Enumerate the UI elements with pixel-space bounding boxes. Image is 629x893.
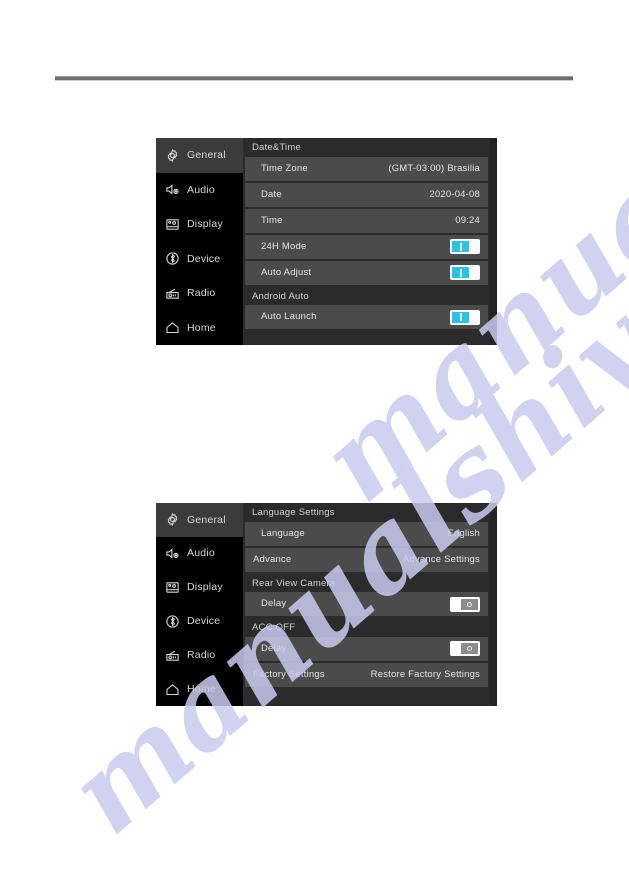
toggle-track xyxy=(469,241,478,252)
toggle-knob xyxy=(461,643,478,654)
toggle-track xyxy=(452,643,461,654)
toggle-knob xyxy=(452,241,469,252)
sidebar-item-label: Display xyxy=(187,218,223,230)
home-icon xyxy=(165,682,180,697)
sidebar-item-label: Home xyxy=(187,682,216,695)
radio-icon xyxy=(165,648,180,663)
row-value: Restore Factory Settings xyxy=(370,668,480,680)
row-value: 2020-04-08 xyxy=(429,188,480,200)
row-rear-camera-delay[interactable]: Delay xyxy=(245,592,488,616)
section-title-language-settings: Language Settings xyxy=(243,503,490,522)
row-time[interactable]: Time 09:24 xyxy=(245,208,488,233)
row-factory-settings[interactable]: Factory Settings Restore Factory Setting… xyxy=(245,662,488,687)
sidebar-item-device[interactable]: Device xyxy=(156,242,243,277)
section-title-rear-view-camera: Rear View Camera xyxy=(243,573,490,592)
sidebar-item-display[interactable]: Display xyxy=(156,207,243,242)
header-divider xyxy=(55,76,573,81)
gear-icon xyxy=(165,512,180,527)
sidebar-item-label: Radio xyxy=(187,287,216,299)
row-auto-launch[interactable]: Auto Launch xyxy=(245,305,488,329)
toggle-track xyxy=(469,267,478,278)
sidebar-item-home[interactable]: Home xyxy=(156,311,243,346)
sidebar-item-label: General xyxy=(187,149,226,161)
toggle-auto-launch[interactable] xyxy=(450,309,480,325)
sidebar-item-label: General xyxy=(187,513,226,526)
row-value: 09:24 xyxy=(455,214,480,226)
home-icon xyxy=(165,320,180,335)
sidebar-item-label: Audio xyxy=(187,547,215,560)
row-label: Time Zone xyxy=(261,162,308,174)
row-language[interactable]: Language English xyxy=(245,521,488,546)
section-title-acc-off: ACC OFF xyxy=(243,618,490,637)
sidebar-item-audio[interactable]: Audio xyxy=(156,537,243,571)
settings-screen-language: General Audio Display Device Radio Home … xyxy=(156,503,497,706)
row-value: Advance Settings xyxy=(402,553,480,565)
toggle-acc-off-delay[interactable] xyxy=(450,641,480,656)
settings-content-language: Language Settings Language English Advan… xyxy=(243,503,497,706)
sidebar-item-label: Device xyxy=(187,252,221,265)
row-label: Date xyxy=(261,188,282,200)
bluetooth-icon xyxy=(165,251,180,266)
sidebar-item-home[interactable]: Home xyxy=(156,672,243,706)
toggle-rear-camera-delay[interactable] xyxy=(450,596,480,612)
toggle-knob xyxy=(452,267,469,278)
section-title-datetime: Date&Time xyxy=(243,138,490,157)
bluetooth-icon xyxy=(165,614,180,629)
sidebar-item-general[interactable]: General xyxy=(156,138,243,173)
row-value: (GMT-03:00) Brasilia xyxy=(388,162,480,174)
toggle-track xyxy=(469,311,478,323)
sidebar-item-label: Device xyxy=(187,615,221,628)
toggle-knob xyxy=(452,311,469,323)
row-date[interactable]: Date 2020-04-08 xyxy=(245,182,488,207)
row-label: Auto Launch xyxy=(261,311,317,323)
row-auto-adjust[interactable]: Auto Adjust xyxy=(245,260,488,285)
row-label: Delay xyxy=(261,598,287,610)
row-label: Auto Adjust xyxy=(261,266,312,278)
sidebar: General Audio Display Device Radio Home xyxy=(156,503,243,706)
monitor-icon xyxy=(165,580,180,595)
speaker-gear-icon xyxy=(165,182,180,197)
row-label: Language xyxy=(261,527,305,539)
sidebar-item-label: Home xyxy=(187,321,216,334)
sidebar-item-label: Audio xyxy=(187,183,215,196)
sidebar-item-radio[interactable]: Radio xyxy=(156,276,243,311)
toggle-24h-mode[interactable] xyxy=(450,239,480,254)
row-label: 24H Mode xyxy=(261,240,307,252)
toggle-track xyxy=(452,598,461,610)
settings-screen-datetime: General Audio Display Device Radio Home … xyxy=(156,138,497,345)
row-time-zone[interactable]: Time Zone (GMT-03:00) Brasilia xyxy=(245,156,488,181)
row-label: Time xyxy=(261,214,283,226)
row-label: Delay xyxy=(261,642,287,654)
sidebar-item-display[interactable]: Display xyxy=(156,571,243,605)
sidebar-item-general[interactable]: General xyxy=(156,503,243,537)
speaker-gear-icon xyxy=(165,546,180,561)
sidebar: General Audio Display Device Radio Home xyxy=(156,138,243,345)
toggle-auto-adjust[interactable] xyxy=(450,265,480,280)
section-title-android-auto: Android Auto xyxy=(243,286,490,305)
row-acc-off-delay[interactable]: Delay xyxy=(245,636,488,661)
row-advance[interactable]: Advance Advance Settings xyxy=(245,547,488,572)
sidebar-item-device[interactable]: Device xyxy=(156,604,243,638)
monitor-icon xyxy=(165,217,180,232)
sidebar-item-label: Radio xyxy=(187,648,216,661)
row-label: Factory Settings xyxy=(253,668,325,680)
row-value: English xyxy=(447,527,480,539)
sidebar-item-audio[interactable]: Audio xyxy=(156,173,243,208)
row-24h-mode[interactable]: 24H Mode xyxy=(245,234,488,259)
sidebar-item-label: Display xyxy=(187,581,223,594)
radio-icon xyxy=(165,286,180,301)
row-label: Advance xyxy=(253,553,292,565)
toggle-knob xyxy=(461,598,478,610)
watermark-layer: manualshive.com manualshive.com xyxy=(0,0,629,893)
sidebar-item-radio[interactable]: Radio xyxy=(156,638,243,672)
gear-icon xyxy=(165,148,180,163)
settings-content-datetime: Date&Time Time Zone (GMT-03:00) Brasilia… xyxy=(243,138,497,345)
